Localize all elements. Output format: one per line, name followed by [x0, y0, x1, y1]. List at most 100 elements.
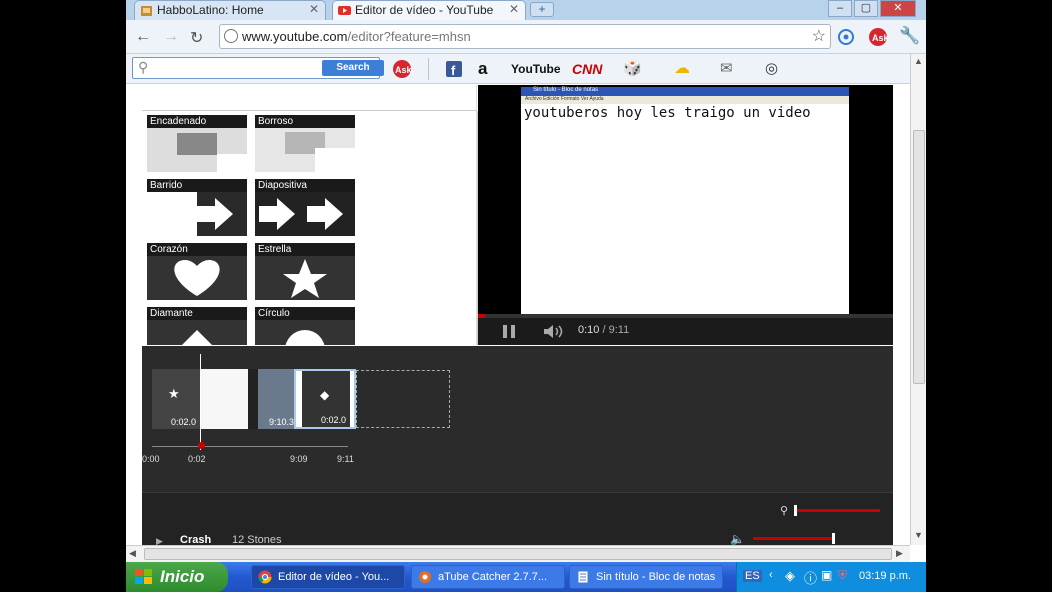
ebay-icon[interactable]: ◎ — [765, 59, 778, 79]
task-label: Sin título - Bloc de notas — [596, 571, 716, 583]
maximize-button[interactable]: ▢ — [854, 0, 878, 17]
transition-barrido[interactable]: Barrido — [147, 179, 247, 236]
notepad-title: Sin título - Bloc de notas — [521, 87, 849, 96]
timeline-clip-video[interactable]: 9:10.3 — [200, 369, 300, 429]
windows-taskbar: Inicio Editor de vídeo - You... aTube Ca… — [126, 562, 926, 592]
video-controls: 0:10 / 9:11 — [478, 318, 893, 345]
speaker-icon[interactable]: 🔈 — [730, 532, 745, 546]
transition-diapositiva[interactable]: Diapositiva — [255, 179, 355, 236]
minimize-button[interactable]: – — [828, 0, 852, 17]
new-tab-button[interactable]: + — [530, 2, 554, 17]
time-current: 0:10 — [578, 324, 600, 336]
transition-circulo[interactable]: Círculo — [255, 307, 355, 345]
close-tab-icon[interactable]: ✕ — [309, 2, 319, 16]
transition-label: Diapositiva — [258, 180, 307, 191]
svg-text:Ask: Ask — [395, 65, 413, 75]
tray-security-icon[interactable]: ⛨ — [838, 568, 847, 583]
panel-tabs-strip — [142, 85, 477, 111]
ask-search-input[interactable]: ⚲ Search — [132, 57, 384, 79]
timeline-clip-diamond-transition[interactable]: ◆ 0:02.0 — [294, 369, 356, 429]
star-thumb — [255, 256, 355, 300]
transition-diamante[interactable]: Diamante — [147, 307, 247, 345]
task-label: aTube Catcher 2.7.7... — [438, 571, 548, 583]
clip-duration: 0:02.0 — [320, 415, 346, 425]
language-indicator[interactable]: ES — [743, 570, 762, 582]
timeline: ★ 0:02.0 9:10.3 ◆ 0:02.0 0:00 0:02 9:09 … — [142, 346, 893, 492]
timeline-drop-zone[interactable] — [356, 370, 450, 428]
amazon-icon[interactable]: a — [478, 59, 487, 79]
tab-youtube-editor[interactable]: Editor de vídeo - YouTube ✕ — [332, 0, 526, 20]
time-display: 0:10 / 9:11 — [578, 324, 629, 336]
back-arrow-icon[interactable]: ← — [135, 28, 151, 46]
reload-icon[interactable]: ↻ — [190, 28, 203, 48]
zoom-icon[interactable]: ⚲ — [780, 504, 788, 517]
volume-icon[interactable] — [543, 324, 565, 339]
globe-icon — [224, 29, 238, 43]
ask-logo-icon[interactable]: Ask — [868, 27, 888, 47]
tick-label: 0:00 — [142, 454, 160, 464]
transition-label: Diamante — [150, 308, 193, 319]
ask-search-button[interactable]: Search — [322, 60, 384, 76]
volume-slider[interactable] — [753, 537, 835, 540]
tray-app-icon[interactable]: ◈ — [785, 568, 795, 584]
url-path: /editor?feature=mhsn — [347, 29, 471, 44]
youtube-link[interactable]: YouTube — [511, 62, 561, 82]
tab-strip: HabboLatino: Home ✕ Editor de vídeo - Yo… — [126, 0, 926, 20]
task-atube-catcher[interactable]: aTube Catcher 2.7.7... — [411, 565, 565, 589]
pause-icon[interactable] — [502, 324, 516, 339]
tab-habbolatino[interactable]: HabboLatino: Home ✕ — [134, 0, 326, 20]
scroll-right-icon[interactable]: ▶ — [896, 548, 903, 559]
url-host: www.youtube.com — [242, 29, 348, 44]
timeline-clip-star-transition[interactable]: ★ 0:02.0 — [152, 369, 200, 429]
cnn-link[interactable]: CNN — [572, 61, 602, 81]
ask-icon[interactable]: Ask — [391, 59, 413, 79]
close-window-button[interactable]: ✕ — [880, 0, 916, 17]
time-ruler — [152, 446, 348, 447]
tray-network-icon[interactable]: ▣ — [821, 568, 832, 582]
crossfade-thumb — [147, 128, 247, 172]
zoom-slider[interactable] — [794, 509, 880, 512]
scroll-thumb[interactable] — [144, 548, 892, 560]
time-total: 9:11 — [608, 324, 630, 336]
transition-label: Corazón — [150, 244, 188, 255]
youtube-icon — [338, 6, 351, 15]
scroll-down-icon[interactable]: ▼ — [914, 530, 923, 540]
address-bar[interactable]: www.youtube.com/editor?feature=mhsn ☆ — [219, 24, 831, 49]
task-notepad[interactable]: Sin título - Bloc de notas — [569, 565, 723, 589]
transition-corazon[interactable]: Corazón — [147, 243, 247, 300]
scroll-thumb[interactable] — [913, 130, 925, 384]
notepad-menu: Archivo Edición Formato Ver Ayuda — [521, 96, 849, 104]
transition-encadenado[interactable]: Encadenado — [147, 115, 247, 172]
transition-borroso[interactable]: Borroso — [255, 115, 355, 172]
page-vertical-scrollbar[interactable]: ▲ ▼ — [910, 54, 926, 545]
task-label: Editor de vídeo - You... — [278, 571, 390, 583]
weather-icon[interactable]: ☁ — [674, 58, 690, 78]
transition-label: Barrido — [150, 180, 183, 191]
scroll-up-icon[interactable]: ▲ — [914, 56, 923, 66]
clip-thumb-sidebar — [248, 369, 258, 429]
start-button[interactable]: Inicio — [126, 562, 228, 592]
time-separator: / — [602, 324, 606, 336]
tray-info-icon[interactable]: ⓘ — [804, 568, 817, 587]
toolbar-divider — [428, 58, 429, 80]
transition-label: Borroso — [258, 116, 294, 127]
star-bookmark-icon[interactable]: ☆ — [812, 26, 826, 46]
playhead-marker[interactable] — [198, 442, 205, 449]
wrench-menu-icon[interactable]: 🔧 — [899, 26, 920, 46]
forward-arrow-icon[interactable]: → — [163, 28, 179, 46]
games-dice-icon[interactable]: 🎲 — [623, 59, 642, 79]
task-chrome[interactable]: Editor de vídeo - You... — [251, 565, 405, 589]
audio-section: ⚲ ▶ Crash 12 Stones 🔈 — [142, 492, 893, 546]
tray-expand-icon[interactable]: ‹ — [769, 569, 773, 581]
windows-logo-icon — [135, 569, 152, 584]
scroll-left-icon[interactable]: ◀ — [129, 548, 136, 559]
video-preview[interactable]: Sin título - Bloc de notas Archivo Edici… — [478, 85, 893, 345]
transition-estrella[interactable]: Estrella — [255, 243, 355, 300]
mail-icon[interactable]: ✉ — [720, 59, 733, 79]
volume-slider-handle[interactable] — [832, 533, 835, 544]
facebook-icon[interactable]: f — [445, 59, 463, 79]
close-tab-icon[interactable]: ✕ — [509, 2, 519, 16]
zoom-slider-handle[interactable] — [794, 505, 797, 516]
page-horizontal-scrollbar[interactable]: ◀ ▶ — [126, 545, 910, 562]
compatibility-icon[interactable] — [837, 28, 855, 46]
